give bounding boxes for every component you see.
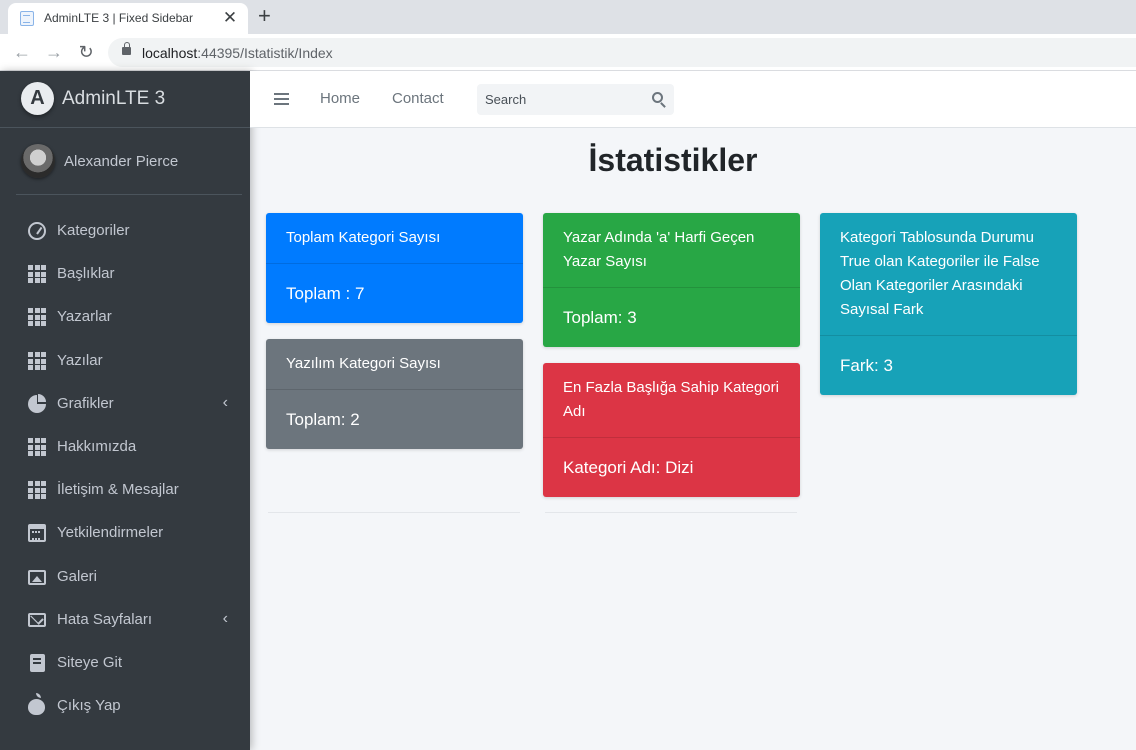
user-name[interactable]: Alexander Pierce <box>64 153 178 170</box>
lock-icon[interactable] <box>122 42 131 55</box>
divider <box>545 512 797 513</box>
browser-tab[interactable]: AdminLTE 3 | Fixed Sidebar ✕ <box>8 3 248 34</box>
sidebar-item-yazilar[interactable]: Yazılar <box>20 343 240 379</box>
apple-icon <box>28 693 45 715</box>
brand-text: AdminLTE 3 <box>62 88 166 109</box>
hamburger-menu-icon[interactable] <box>274 93 289 105</box>
sidebar-item-label: Kategoriler <box>57 222 130 239</box>
stat-card-yazar-sayisi: Yazar Adında 'a' Harfi Geçen Yazar Sayıs… <box>543 213 800 347</box>
brand-logo-icon <box>21 82 54 115</box>
sidebar-item-galeri[interactable]: Galeri <box>20 559 240 595</box>
card-body: Kategori Adı: Dizi <box>563 458 694 477</box>
browser-tab-bar: AdminLTE 3 | Fixed Sidebar ✕ + <box>0 0 1136 34</box>
grid-icon <box>28 352 46 370</box>
card-header: Yazar Adında 'a' Harfi Geçen Yazar Sayıs… <box>543 213 800 288</box>
page-favicon-icon <box>20 11 34 26</box>
sidebar-item-label: Siteye Git <box>57 654 123 671</box>
sidebar-item-label: Çıkış Yap <box>57 697 121 714</box>
navbar-search <box>477 84 674 115</box>
url-host: localhost <box>142 45 198 61</box>
stat-card-durum-farki: Kategori Tablosunda Durumu True olan Kat… <box>820 213 1077 395</box>
grid-icon <box>28 265 46 283</box>
url-path: :44395/Istatistik/Index <box>197 45 333 61</box>
card-body: Fark: 3 <box>840 356 893 375</box>
new-tab-icon[interactable]: + <box>258 4 271 28</box>
card-body: Toplam: 2 <box>286 410 360 429</box>
card-header: En Fazla Başlığa Sahip Kategori Adı <box>543 363 800 438</box>
sidebar-item-label: Hata Sayfaları <box>57 611 153 628</box>
reload-icon[interactable]: ↻ <box>74 40 98 64</box>
sidebar-item-grafikler[interactable]: Grafikler ‹ <box>20 386 240 422</box>
sidebar-item-label: Yazarlar <box>57 308 112 325</box>
stat-card-toplam-kategori: Toplam Kategori Sayısı Toplam : 7 <box>266 213 523 323</box>
sidebar-item-label: Grafikler <box>57 395 114 412</box>
sidebar-item-hakkimizda[interactable]: Hakkımızda <box>20 429 240 465</box>
brand-link[interactable]: AdminLTE 3 <box>0 71 250 128</box>
url-text[interactable]: localhost:44395/Istatistik/Index <box>142 45 333 61</box>
card-header: Kategori Tablosunda Durumu True olan Kat… <box>820 213 1077 336</box>
tachometer-icon <box>28 222 46 240</box>
sidebar-item-label: Yetkilendirmeler <box>57 524 164 541</box>
book-icon <box>30 654 45 672</box>
calendar-icon <box>28 524 46 542</box>
url-field[interactable]: localhost:44395/Istatistik/Index <box>108 38 1136 67</box>
nav-link-home[interactable]: Home <box>320 90 360 107</box>
card-body: Toplam : 7 <box>286 284 365 303</box>
top-navbar: Home Contact <box>250 71 1136 128</box>
card-header: Yazılım Kategori Sayısı <box>266 339 523 390</box>
sidebar-item-siteye-git[interactable]: Siteye Git <box>20 645 240 681</box>
close-tab-icon[interactable]: ✕ <box>220 7 240 29</box>
envelope-icon <box>28 613 46 627</box>
chevron-left-icon[interactable]: ‹ <box>223 610 228 628</box>
browser-address-bar: ← → ↻ localhost:44395/Istatistik/Index <box>0 34 1136 71</box>
card-header: Toplam Kategori Sayısı <box>266 213 523 264</box>
search-icon[interactable] <box>652 92 663 103</box>
chevron-left-icon[interactable]: ‹ <box>223 394 228 412</box>
sidebar-item-basliklar[interactable]: Başlıklar <box>20 256 240 292</box>
grid-icon <box>28 481 46 499</box>
sidebar-item-yazarlar[interactable]: Yazarlar <box>20 299 240 335</box>
sidebar-item-label: Hakkımızda <box>57 438 137 455</box>
avatar <box>21 144 55 178</box>
sidebar-item-hata-sayfalari[interactable]: Hata Sayfaları ‹ <box>20 602 240 638</box>
grid-icon <box>28 438 46 456</box>
divider <box>268 512 520 513</box>
tab-title: AdminLTE 3 | Fixed Sidebar <box>44 11 193 25</box>
pie-chart-icon <box>28 394 46 413</box>
sidebar-item-yetkilendirmeler[interactable]: Yetkilendirmeler <box>20 515 240 551</box>
user-panel[interactable]: Alexander Pierce <box>16 128 242 195</box>
image-icon <box>28 570 46 585</box>
nav-link-contact[interactable]: Contact <box>392 90 444 107</box>
sidebar: AdminLTE 3 Alexander Pierce Kategoriler … <box>0 71 250 750</box>
sidebar-item-kategoriler[interactable]: Kategoriler <box>20 213 240 249</box>
sidebar-item-label: Yazılar <box>57 352 103 369</box>
stat-card-en-fazla-baslik: En Fazla Başlığa Sahip Kategori Adı Kate… <box>543 363 800 497</box>
card-body: Toplam: 3 <box>563 308 637 327</box>
grid-icon <box>28 308 46 326</box>
stat-card-yazilim-kategori: Yazılım Kategori Sayısı Toplam: 2 <box>266 339 523 449</box>
page-title: İstatistikler <box>588 142 758 178</box>
search-input[interactable] <box>477 84 642 115</box>
sidebar-item-label: Başlıklar <box>57 265 115 282</box>
sidebar-item-cikis-yap[interactable]: Çıkış Yap <box>20 688 240 724</box>
forward-arrow-icon[interactable]: → <box>42 40 66 64</box>
sidebar-item-label: Galeri <box>57 568 98 585</box>
back-arrow-icon[interactable]: ← <box>10 40 34 64</box>
sidebar-item-label: İletişim & Mesajlar <box>57 481 179 498</box>
sidebar-item-iletisim[interactable]: İletişim & Mesajlar <box>20 472 240 508</box>
